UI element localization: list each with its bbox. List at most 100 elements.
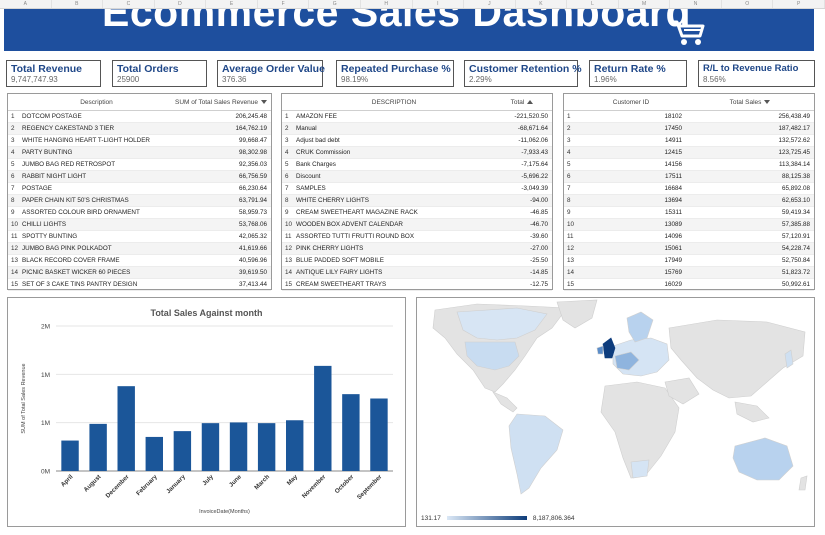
table-row[interactable]: 1 DOTCOM POSTAGE 206,245.48 bbox=[8, 111, 271, 123]
cell-label: 15311 bbox=[664, 209, 682, 216]
cell-value: 40,596.96 bbox=[238, 257, 267, 264]
column-letter[interactable]: A bbox=[0, 0, 52, 8]
table-row[interactable]: 14 ANTIQUE LILY FAIRY LIGHTS -14.85 bbox=[282, 267, 552, 279]
table-row[interactable]: 15 16029 50,992.61 bbox=[564, 279, 814, 291]
column-letter[interactable]: B bbox=[52, 0, 104, 8]
x-axis-label: InvoiceDate(Months) bbox=[199, 509, 250, 515]
table-row[interactable]: 4 12415 123,725.45 bbox=[564, 147, 814, 159]
kpi-value: 1.96% bbox=[594, 75, 617, 84]
table-row[interactable]: 4 PARTY BUNTING 98,302.98 bbox=[8, 147, 271, 159]
row-number: 3 bbox=[285, 137, 289, 144]
table-row[interactable]: 7 POSTAGE 66,230.64 bbox=[8, 183, 271, 195]
table-row[interactable]: 7 16684 65,892.08 bbox=[564, 183, 814, 195]
column-header-total[interactable]: Total bbox=[492, 99, 552, 106]
x-tick-label: July bbox=[201, 473, 215, 487]
x-tick-label: May bbox=[286, 473, 300, 487]
table-row[interactable]: 9 ASSORTED COLOUR BIRD ORNAMENT 58,959.73 bbox=[8, 207, 271, 219]
table-row[interactable]: 2 REGENCY CAKESTAND 3 TIER 164,762.19 bbox=[8, 123, 271, 135]
table-row[interactable]: 5 Bank Charges -7,175.64 bbox=[282, 159, 552, 171]
legend-color-scale bbox=[446, 516, 527, 520]
cell-label: Manual bbox=[296, 125, 317, 132]
table-row[interactable]: 7 SAMPLES -3,049.39 bbox=[282, 183, 552, 195]
table-row[interactable]: 10 WOODEN BOX ADVENT CALENDAR -46.70 bbox=[282, 219, 552, 231]
table-row[interactable]: 12 15061 54,228.74 bbox=[564, 243, 814, 255]
kpi-value: 376.36 bbox=[222, 75, 247, 84]
column-letter[interactable]: M bbox=[619, 0, 671, 8]
cell-label: CREAM SWEETHEART MAGAZINE RACK bbox=[296, 209, 418, 216]
table-row[interactable]: 10 CHILLI LIGHTS 53,768.06 bbox=[8, 219, 271, 231]
table-row[interactable]: 3 14911 132,572.62 bbox=[564, 135, 814, 147]
row-number: 9 bbox=[567, 209, 571, 216]
column-header-sum-sales[interactable]: SUM of Total Sales Revenue bbox=[171, 99, 271, 106]
table-row[interactable]: 2 Manual -68,671.64 bbox=[282, 123, 552, 135]
table-row[interactable]: 2 17450 187,482.17 bbox=[564, 123, 814, 135]
table-row[interactable]: 9 CREAM SWEETHEART MAGAZINE RACK -46.85 bbox=[282, 207, 552, 219]
table-row[interactable]: 14 15769 51,823.72 bbox=[564, 267, 814, 279]
column-letter[interactable]: P bbox=[773, 0, 825, 8]
table-row[interactable]: 11 14096 57,120.91 bbox=[564, 231, 814, 243]
table-row[interactable]: 9 15311 59,419.34 bbox=[564, 207, 814, 219]
column-letter[interactable]: I bbox=[413, 0, 465, 8]
table-row[interactable]: 5 14156 113,384.14 bbox=[564, 159, 814, 171]
dashboard-title: Ecommerce Sales Dashboard bbox=[102, 9, 692, 35]
table-row[interactable]: 13 BLUE PADDED SOFT MOBILE -25.50 bbox=[282, 255, 552, 267]
column-header-description[interactable]: Description bbox=[20, 99, 171, 106]
column-letter[interactable]: E bbox=[206, 0, 258, 8]
table-row[interactable]: 10 13089 57,385.88 bbox=[564, 219, 814, 231]
table-row[interactable]: 6 Discount -5,696.22 bbox=[282, 171, 552, 183]
cell-value: 164,762.19 bbox=[235, 125, 267, 132]
cell-label: REGENCY CAKESTAND 3 TIER bbox=[22, 125, 115, 132]
column-letter[interactable]: J bbox=[464, 0, 516, 8]
cell-label: DOTCOM POSTAGE bbox=[22, 113, 82, 120]
bar bbox=[229, 422, 248, 471]
table-row[interactable]: 12 PINK CHERRY LIGHTS -27.00 bbox=[282, 243, 552, 255]
column-header-description[interactable]: DESCRIPTION bbox=[294, 99, 492, 106]
cell-label: 16684 bbox=[664, 185, 682, 192]
column-header-customer-id[interactable]: Customer ID bbox=[576, 99, 686, 106]
column-letter[interactable]: K bbox=[516, 0, 568, 8]
kpi-value: 9,747,747.93 bbox=[11, 75, 58, 84]
table-row[interactable]: 13 17949 52,750.84 bbox=[564, 255, 814, 267]
table-row[interactable]: 3 WHITE HANGING HEART T-LIGHT HOLDER 99,66… bbox=[8, 135, 271, 147]
table-row[interactable]: 1 18102 256,438.49 bbox=[564, 111, 814, 123]
cell-label: 17511 bbox=[664, 173, 682, 180]
table-row[interactable]: 8 13694 62,653.10 bbox=[564, 195, 814, 207]
table-row[interactable]: 11 SPOTTY BUNTING 42,065.32 bbox=[8, 231, 271, 243]
table-row[interactable]: 6 17511 88,125.38 bbox=[564, 171, 814, 183]
table-row[interactable]: 12 JUMBO BAG PINK POLKADOT 41,619.66 bbox=[8, 243, 271, 255]
bar bbox=[89, 423, 107, 471]
column-letter[interactable]: D bbox=[155, 0, 207, 8]
cell-value: 50,992.61 bbox=[781, 281, 810, 288]
row-number: 12 bbox=[567, 245, 575, 252]
table-row[interactable]: 15 SET OF 3 CAKE TINS PANTRY DESIGN 37,413… bbox=[8, 279, 271, 291]
table-row[interactable]: 14 PICNIC BASKET WICKER 60 PIECES 39,619.5… bbox=[8, 267, 271, 279]
table-row[interactable]: 11 ASSORTED TUTTI FRUTTI ROUND BOX -39.60 bbox=[282, 231, 552, 243]
sales-world-map: 131.17 8,187,806.364 bbox=[416, 297, 815, 527]
table-row[interactable]: 3 Adjust bad debt -11,062.06 bbox=[282, 135, 552, 147]
table-row[interactable]: 5 JUMBO BAG RED RETROSPOT 92,356.03 bbox=[8, 159, 271, 171]
cell-label: ANTIQUE LILY FAIRY LIGHTS bbox=[296, 269, 383, 276]
table-row[interactable]: 4 CRUK Commission -7,933.43 bbox=[282, 147, 552, 159]
table-row[interactable]: 8 WHITE CHERRY LIGHTS -94.00 bbox=[282, 195, 552, 207]
table-row[interactable]: 6 RABBIT NIGHT LIGHT 66,756.59 bbox=[8, 171, 271, 183]
column-letter[interactable]: L bbox=[567, 0, 619, 8]
column-letter[interactable]: C bbox=[103, 0, 155, 8]
table-row[interactable]: 1 AMAZON FEE -221,520.50 bbox=[282, 111, 552, 123]
row-number: 2 bbox=[285, 125, 289, 132]
column-letter[interactable]: F bbox=[258, 0, 310, 8]
cell-value: 54,228.74 bbox=[781, 245, 810, 252]
cell-value: 41,619.66 bbox=[238, 245, 267, 252]
table-row[interactable]: 15 CREAM SWEETHEART TRAYS -12.75 bbox=[282, 279, 552, 291]
bar bbox=[370, 398, 388, 471]
column-letter[interactable]: G bbox=[309, 0, 361, 8]
table-row[interactable]: 13 BLACK RECORD COVER FRAME 40,596.96 bbox=[8, 255, 271, 267]
row-number: 14 bbox=[285, 269, 293, 276]
table-row[interactable]: 8 PAPER CHAIN KIT 50'S CHRISTMAS 63,791.94 bbox=[8, 195, 271, 207]
cell-value: 63,791.94 bbox=[238, 197, 267, 204]
column-letter[interactable]: O bbox=[722, 0, 774, 8]
column-letter[interactable]: H bbox=[361, 0, 413, 8]
column-header-label: Total bbox=[510, 98, 525, 106]
column-header-total-sales[interactable]: Total Sales bbox=[686, 99, 814, 106]
sort-descending-icon bbox=[260, 99, 267, 104]
column-letter[interactable]: N bbox=[670, 0, 722, 8]
